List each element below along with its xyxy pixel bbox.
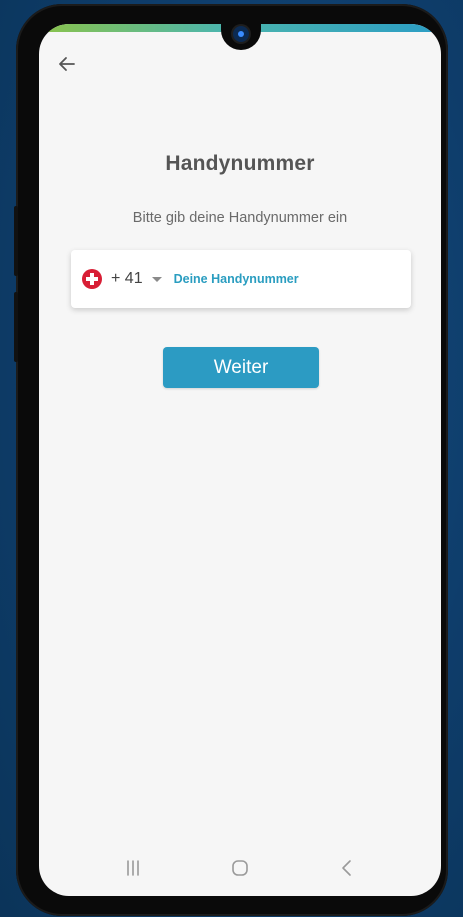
back-button[interactable] bbox=[55, 52, 79, 76]
system-back-button[interactable] bbox=[325, 846, 369, 890]
arrow-left-icon bbox=[59, 57, 75, 71]
back-chevron-icon bbox=[342, 860, 352, 876]
phone-number-input[interactable] bbox=[173, 272, 374, 286]
system-nav-bar bbox=[39, 840, 441, 896]
page-subtitle: Bitte gib deine Handynummer ein bbox=[132, 210, 348, 226]
caret-down-icon[interactable] bbox=[151, 276, 162, 282]
app-screen: Handynummer Bitte gib deine Handynummer … bbox=[39, 24, 441, 896]
home-icon bbox=[232, 860, 248, 876]
continue-button[interactable]: Weiter bbox=[163, 347, 319, 388]
recent-apps-button[interactable] bbox=[111, 846, 155, 890]
switzerland-flag-icon[interactable] bbox=[82, 269, 102, 289]
home-button[interactable] bbox=[218, 846, 262, 890]
phone-number-field: + 41 bbox=[71, 250, 411, 308]
volume-button bbox=[14, 206, 18, 276]
recent-apps-icon bbox=[126, 860, 139, 876]
power-button bbox=[14, 292, 18, 362]
camera-icon bbox=[233, 26, 249, 42]
country-code[interactable]: + 41 bbox=[111, 270, 143, 288]
page-title: Handynummer bbox=[165, 152, 315, 175]
